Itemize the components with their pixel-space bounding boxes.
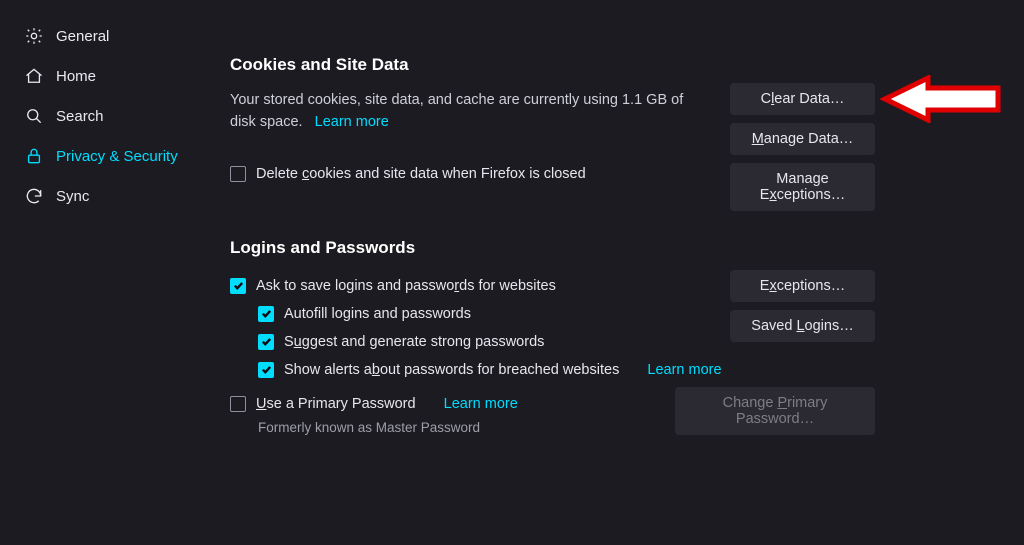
sidebar-item-label: Home [56,68,96,85]
delete-on-close-checkbox[interactable] [230,166,246,182]
search-icon [24,106,44,126]
change-primary-wrapper: Change Primary Password… [675,387,875,443]
autofill-checkbox[interactable] [258,306,274,322]
primary-password-row[interactable]: Use a Primary Password Learn more [230,390,1000,418]
saved-logins-button[interactable]: Saved Logins… [730,310,875,342]
autofill-label: Autofill logins and passwords [284,306,471,322]
lock-icon [24,146,44,166]
sidebar-item-general[interactable]: General [0,18,200,54]
manage-exceptions-button[interactable]: Manage Exceptions… [730,163,875,211]
delete-on-close-row[interactable]: Delete cookies and site data when Firefo… [230,160,1000,188]
cookies-learn-more-link[interactable]: Learn more [315,114,389,130]
sidebar-item-label: Privacy & Security [56,148,178,165]
breach-alerts-checkbox[interactable] [258,362,274,378]
ask-to-save-checkbox[interactable] [230,278,246,294]
delete-on-close-label: Delete cookies and site data when Firefo… [256,166,586,182]
primary-learn-more-link[interactable]: Learn more [444,396,518,412]
sidebar-item-label: General [56,28,109,45]
cookies-section: Cookies and Site Data Your stored cookie… [230,55,1000,188]
home-icon [24,66,44,86]
ask-to-save-label: Ask to save logins and passwords for web… [256,278,556,294]
breach-alerts-label: Show alerts about passwords for breached… [284,362,619,378]
preferences-sidebar: General Home Search Privacy & Security S… [0,0,200,218]
breach-alerts-row[interactable]: Show alerts about passwords for breached… [230,356,1000,384]
sidebar-item-privacy-security[interactable]: Privacy & Security [0,138,200,174]
logins-section: Logins and Passwords Exceptions… Saved L… [230,238,1000,435]
sidebar-item-sync[interactable]: Sync [0,178,200,214]
change-primary-password-button: Change Primary Password… [675,387,875,435]
cookies-title: Cookies and Site Data [230,55,1000,75]
cookies-buttons: Clear Data… Manage Data… Manage Exceptio… [730,83,875,219]
manage-data-button[interactable]: Manage Data… [730,123,875,155]
logins-buttons: Exceptions… Saved Logins… [730,270,875,350]
sidebar-item-label: Sync [56,188,89,205]
autofill-row[interactable]: Autofill logins and passwords [230,300,1000,328]
suggest-passwords-label: Suggest and generate strong passwords [284,334,544,350]
logins-exceptions-button[interactable]: Exceptions… [730,270,875,302]
sidebar-item-search[interactable]: Search [0,98,200,134]
primary-password-label: Use a Primary Password [256,396,416,412]
sidebar-item-label: Search [56,108,104,125]
sync-icon [24,186,44,206]
primary-password-checkbox[interactable] [230,396,246,412]
gear-icon [24,26,44,46]
logins-title: Logins and Passwords [230,238,1000,258]
preferences-content: Cookies and Site Data Your stored cookie… [230,55,1000,485]
breach-learn-more-link[interactable]: Learn more [647,362,721,378]
suggest-passwords-row[interactable]: Suggest and generate strong passwords [230,328,1000,356]
sidebar-item-home[interactable]: Home [0,58,200,94]
ask-to-save-row[interactable]: Ask to save logins and passwords for web… [230,272,1000,300]
cookies-description: Your stored cookies, site data, and cach… [230,89,690,134]
primary-password-subnote: Formerly known as Master Password [230,420,1000,435]
clear-data-button[interactable]: Clear Data… [730,83,875,115]
suggest-passwords-checkbox[interactable] [258,334,274,350]
